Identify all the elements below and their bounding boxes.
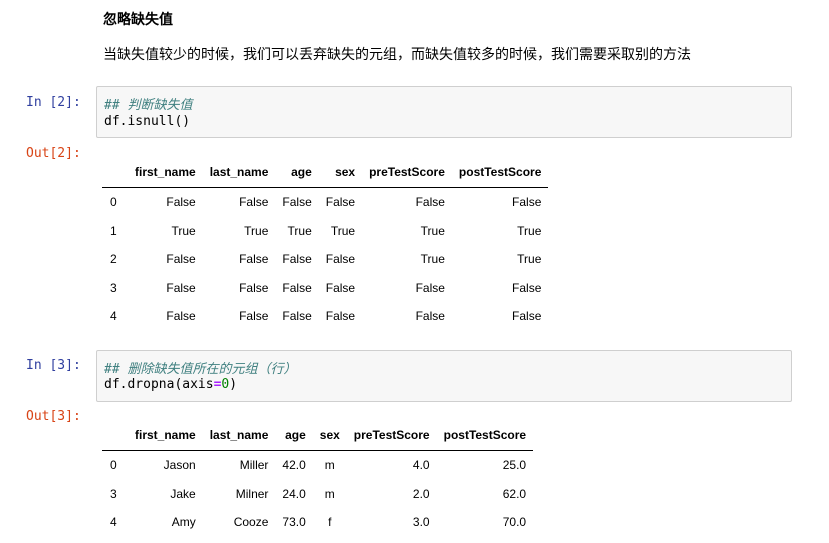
column-header: preTestScore xyxy=(346,420,437,451)
table-cell: False xyxy=(239,309,269,324)
row-index: 0 xyxy=(110,458,117,473)
table-cell: False xyxy=(239,252,269,267)
code-comment: ## 判断缺失值 xyxy=(104,98,193,113)
table-cell: False xyxy=(415,280,445,295)
table-cell: Cooze xyxy=(233,515,269,530)
table-row: 0 Jason Miller 42.0 m 4.0 25.0 xyxy=(102,451,533,480)
table-cell: False xyxy=(282,195,312,210)
table-cell: 42.0 xyxy=(282,458,306,473)
code-line: df.isnull() xyxy=(104,114,191,129)
table-row: 2 False False False False True True xyxy=(102,245,548,274)
row-index: 4 xyxy=(110,309,117,324)
table-cell: False xyxy=(239,195,269,210)
table-cell: m xyxy=(324,458,335,473)
table-cell: 4.0 xyxy=(412,458,430,473)
row-index: 0 xyxy=(110,195,117,210)
table-cell: True xyxy=(420,223,445,238)
table-header-row: first_name last_name age sex preTestScor… xyxy=(102,157,549,188)
table-row: 4 False False False False False False xyxy=(102,302,548,331)
table-row: 0 False False False False False False xyxy=(102,188,548,217)
column-header: first_name xyxy=(128,157,203,188)
table-cell: True xyxy=(517,252,542,267)
index-header xyxy=(102,420,128,451)
code-comment: ## 删除缺失值所在的元组（行） xyxy=(104,362,297,377)
table-cell: m xyxy=(324,486,335,501)
table-cell: 24.0 xyxy=(282,486,306,501)
code-line: df.dropna(axis=0) xyxy=(104,377,237,392)
row-index: 2 xyxy=(110,252,117,267)
code-cell-3[interactable]: ## 删除缺失值所在的元组（行） df.dropna(axis=0) xyxy=(96,350,792,402)
code-cell-2[interactable]: ## 判断缺失值 df.isnull() xyxy=(96,86,792,138)
index-header xyxy=(102,157,128,188)
column-header: sex xyxy=(318,157,363,188)
markdown-text: 当缺失值较少的时候，我们可以丢弃缺失的元组，而缺失值较多的时候，我们需要采取别的… xyxy=(103,47,691,63)
table-cell: True xyxy=(287,223,312,238)
out-prompt-3: Out[3]: xyxy=(26,409,81,424)
table-cell: False xyxy=(282,309,312,324)
table-cell: False xyxy=(325,252,356,267)
row-index: 3 xyxy=(110,280,117,295)
table-cell: Amy xyxy=(171,515,196,530)
table-cell: 62.0 xyxy=(502,486,527,501)
table-cell: True xyxy=(244,223,269,238)
table-cell: True xyxy=(420,252,445,267)
table-cell: False xyxy=(512,309,542,324)
table-cell: Miller xyxy=(239,458,269,473)
column-header: age xyxy=(275,157,319,188)
table-cell: False xyxy=(325,309,356,324)
row-index: 1 xyxy=(110,223,117,238)
column-header: postTestScore xyxy=(436,420,534,451)
out-prompt-2: Out[2]: xyxy=(26,146,81,161)
code-text: ) xyxy=(229,377,238,392)
column-header: first_name xyxy=(128,420,203,451)
isnull-table: first_name last_name age sex preTestScor… xyxy=(102,157,549,331)
table-cell: False xyxy=(166,252,196,267)
table-row: 4 Amy Cooze 73.0 f 3.0 70.0 xyxy=(102,508,533,537)
table-cell: False xyxy=(166,280,196,295)
table-cell: False xyxy=(166,309,196,324)
dropna-table: first_name last_name age sex preTestScor… xyxy=(102,420,534,537)
table-cell: False xyxy=(239,280,269,295)
table-cell: False xyxy=(415,195,445,210)
in-prompt-3: In [3]: xyxy=(26,358,81,373)
code-text: df.dropna(axis xyxy=(104,377,214,392)
table-cell: 70.0 xyxy=(502,515,527,530)
table-cell: Jason xyxy=(163,458,196,473)
table-cell: False xyxy=(325,280,356,295)
markdown-heading: 忽略缺失值 xyxy=(103,12,173,28)
column-header: last_name xyxy=(202,420,276,451)
table-cell: Milner xyxy=(235,486,269,501)
in-prompt-2: In [2]: xyxy=(26,95,81,110)
table-cell: False xyxy=(282,252,312,267)
table-cell: False xyxy=(415,309,445,324)
table-row: 3 False False False False False False xyxy=(102,274,548,303)
table-cell: False xyxy=(512,195,542,210)
table-cell: True xyxy=(171,223,196,238)
table-cell: 3.0 xyxy=(412,515,430,530)
table-cell: Jake xyxy=(170,486,196,501)
column-header: postTestScore xyxy=(451,157,549,188)
table-cell: False xyxy=(166,195,196,210)
table-cell: False xyxy=(282,280,312,295)
column-header: age xyxy=(275,420,313,451)
table-cell: False xyxy=(512,280,542,295)
table-cell: 25.0 xyxy=(502,458,527,473)
table-cell: 2.0 xyxy=(412,486,430,501)
table-cell: True xyxy=(330,223,356,238)
column-header: last_name xyxy=(202,157,276,188)
table-cell: False xyxy=(325,195,356,210)
column-header: preTestScore xyxy=(362,157,452,188)
table-cell: True xyxy=(517,223,542,238)
table-row: 1 True True True True True True xyxy=(102,217,548,246)
row-index: 4 xyxy=(110,515,117,530)
table-cell: f xyxy=(328,515,332,530)
table-cell: 73.0 xyxy=(282,515,306,530)
column-header: sex xyxy=(312,420,347,451)
row-index: 3 xyxy=(110,486,117,501)
table-row: 3 Jake Milner 24.0 m 2.0 62.0 xyxy=(102,480,533,509)
table-header-row: first_name last_name age sex preTestScor… xyxy=(102,420,534,451)
